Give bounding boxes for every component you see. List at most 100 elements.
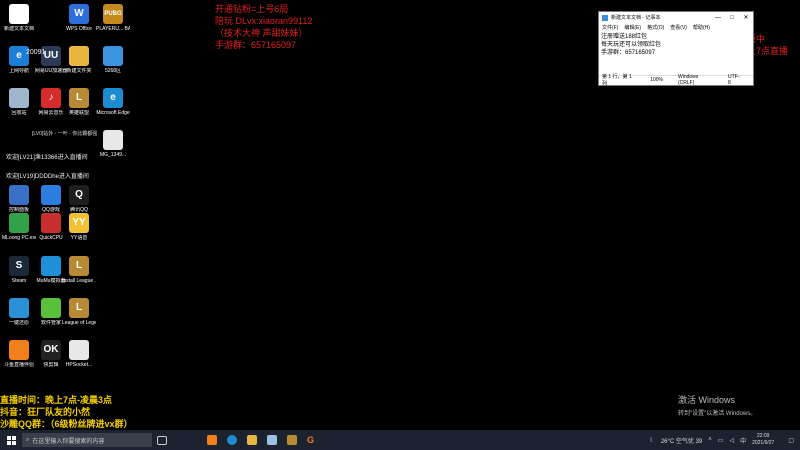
desktop-icon[interactable]: MG_1349... — [96, 130, 130, 158]
promo-overlay: 开通钻粉=上号6局 陪玩 DLvx:xiaoran99112 （技术大神 声甜妹… — [215, 3, 312, 51]
promo-line-2: 陪玩 DLvx:xiaoran99112 — [215, 16, 313, 26]
desktop-icon-label: MLoong PC.exe — [2, 235, 36, 241]
menu-view[interactable]: 查看(V) — [670, 24, 687, 31]
stream-schedule-banner: 直播时间：晚上7点-凌晨3点 抖音：狂厂队友的小然 沙雕QQ群：（6级粉丝牌进v… — [0, 394, 190, 430]
desktop-icon-label: Install League ... — [62, 278, 96, 284]
desktop-icon[interactable]: 控制面板 — [2, 185, 36, 213]
desktop-icon[interactable]: L Install League ... — [62, 256, 96, 284]
tray-up-arrow-icon[interactable]: ˄ — [708, 437, 712, 443]
taskbar-app-douyu-icon[interactable] — [202, 430, 222, 450]
desktop-icon-label: PLAYERU... BATTLEGR... — [96, 26, 130, 32]
menu-format[interactable]: 格式(O) — [647, 24, 664, 31]
desktop-icon[interactable]: Q 腾讯QQ — [62, 185, 96, 213]
start-button[interactable] — [0, 430, 22, 450]
menu-file[interactable]: 文件(F) — [602, 24, 618, 31]
desktop-icon-label: 回收站 — [11, 110, 27, 116]
network-icon[interactable]: ▭ — [718, 437, 724, 444]
notepad-titlebar[interactable]: 新建文本文档 - 记事本 — □ ✕ — [599, 12, 753, 23]
desktop-icon[interactable]: 一键还原 — [2, 298, 36, 326]
close-icon[interactable]: ✕ — [739, 14, 753, 21]
app-icon — [69, 46, 89, 66]
desktop-icon-label: 5268区 — [104, 68, 122, 74]
app-icon: W — [69, 4, 89, 24]
desktop-icon[interactable]: S Steam — [2, 256, 36, 284]
app-icon — [103, 130, 123, 150]
clock-date: 2021/9/27 — [752, 440, 775, 446]
notepad-title: 新建文本文档 - 记事本 — [611, 15, 661, 21]
chat-line-4: 20091 — [26, 49, 46, 56]
desktop-icon-label: 英雄联盟 — [68, 110, 89, 116]
taskbar-app-g-icon[interactable]: G — [302, 430, 322, 450]
notification-icon[interactable]: ▢ — [788, 437, 794, 444]
desktop-icon[interactable]: L 英雄联盟 — [62, 88, 96, 116]
search-icon: ⌕ — [26, 436, 30, 443]
app-icon — [9, 213, 29, 233]
notepad-window[interactable]: 新建文本文档 - 记事本 — □ ✕ 文件(F) 编辑(E) 格式(O) 查看(… — [598, 11, 754, 87]
taskbar-search-box[interactable]: ⌕ 在这里输入你要搜索的内容 — [22, 433, 152, 447]
status-position: 第 1 行，第 1 列 — [602, 74, 632, 87]
activate-windows-watermark: 激活 Windows 转到"设置"以激活 Windows。 — [678, 393, 756, 417]
chat-line-2: 欢迎[LV21]渔13366进入直播间 — [6, 155, 88, 161]
desktop-icon[interactable]: 新建文本文档 — [2, 4, 36, 32]
maximize-icon[interactable]: □ — [725, 15, 739, 21]
app-icon: L — [69, 88, 89, 108]
clock-time: 22:09 — [756, 433, 770, 439]
app-icon — [9, 185, 29, 205]
desktop-icon[interactable]: HPSocket... — [62, 340, 96, 368]
app-icon: ♪ — [41, 88, 61, 108]
desktop-icon[interactable]: 5268区 — [96, 46, 130, 74]
task-view-icon[interactable] — [152, 430, 172, 450]
promo-line-4: 手游群：657165097 — [215, 40, 297, 50]
desktop-icon[interactable]: L League of Legends — [62, 298, 96, 326]
weather-text[interactable]: 26°C 空气优 39 — [661, 436, 702, 445]
activate-title: 激活 Windows — [678, 395, 736, 405]
notepad-text-area[interactable]: 注册赠送188红包 每天玩还可以领取红包 手游群：657165097 — [599, 32, 753, 73]
desktop-icon[interactable]: e Microsoft Edge — [96, 88, 130, 116]
notepad-statusbar: 第 1 行，第 1 列 100% Windows (CRLF) UTF-8 — [599, 74, 753, 87]
desktop-icon-label: 斗鱼直播伴侣 — [3, 362, 34, 368]
minimize-icon[interactable]: — — [711, 15, 725, 21]
taskbar-app-notepad-icon[interactable] — [262, 430, 282, 450]
banner-line-1: 直播时间：晚上7点-凌晨3点 — [0, 395, 113, 405]
desktop-icon-label: Microsoft Edge — [96, 110, 130, 116]
desktop-icon-label: 新建文件夹 — [66, 68, 92, 74]
notepad-line: 每天玩还可以领取红包 — [601, 42, 662, 48]
app-icon — [41, 185, 61, 205]
desktop-icon[interactable]: YY YY语音 — [62, 213, 96, 241]
taskbar-app-explorer-icon[interactable] — [242, 430, 262, 450]
ime-icon[interactable]: 中 — [740, 436, 746, 445]
notepad-menubar: 文件(F) 编辑(E) 格式(O) 查看(V) 帮助(H) — [599, 23, 753, 32]
status-zoom: 100% — [650, 77, 663, 83]
promo-line-1: 开通钻粉=上号6局 — [215, 4, 289, 14]
status-eol: Windows (CRLF) — [678, 74, 699, 86]
clock[interactable]: 22:09 2021/9/27 — [752, 433, 774, 447]
desktop: 新建文本文档 W WPS Office PUBG PLAYERU... BATTLEGR… — [0, 0, 800, 430]
app-icon — [41, 213, 61, 233]
taskbar-app-edge-icon[interactable] — [222, 430, 242, 450]
taskbar: ⌕ 在这里输入你要搜索的内容 G ☾ 26°C 空气优 39 ˄ ▭ ◁ 中 2… — [0, 430, 800, 450]
banner-line-3: 沙雕QQ群：（6级粉丝牌进vx群） — [0, 419, 133, 429]
menu-edit[interactable]: 编辑(E) — [624, 24, 641, 31]
windows-logo-icon — [6, 435, 16, 445]
menu-help[interactable]: 帮助(H) — [693, 24, 710, 31]
desktop-icon[interactable]: 新建文件夹 — [62, 46, 96, 74]
desktop-icon[interactable]: W WPS Office — [62, 4, 96, 32]
desktop-icon[interactable]: PUBG PLAYERU... BATTLEGR... — [96, 4, 130, 32]
weather-icon[interactable]: ☾ — [649, 437, 654, 444]
desktop-icon[interactable]: MLoong PC.exe — [2, 213, 36, 241]
desktop-icon-label: Steam — [11, 278, 27, 284]
promo-line-3: （技术大神 声甜妹妹） — [215, 28, 308, 38]
app-icon: S — [9, 256, 29, 276]
taskbar-app-league-icon[interactable] — [282, 430, 302, 450]
app-icon: PUBG — [103, 4, 123, 24]
app-icon — [41, 256, 61, 276]
notepad-line: 注册赠送188红包 — [601, 34, 648, 40]
notepad-line: 手游群：657165097 — [601, 50, 656, 56]
app-icon: YY — [69, 213, 89, 233]
desktop-icon[interactable]: 回收站 — [2, 88, 36, 116]
desktop-icon-label: 一键还原 — [8, 320, 29, 326]
desktop-icon[interactable]: 斗鱼直播伴侣 — [2, 340, 36, 368]
volume-icon[interactable]: ◁ — [729, 437, 734, 444]
banner-line-2: 抖音：狂厂队友的小然 — [0, 407, 91, 417]
app-icon: Q — [69, 185, 89, 205]
